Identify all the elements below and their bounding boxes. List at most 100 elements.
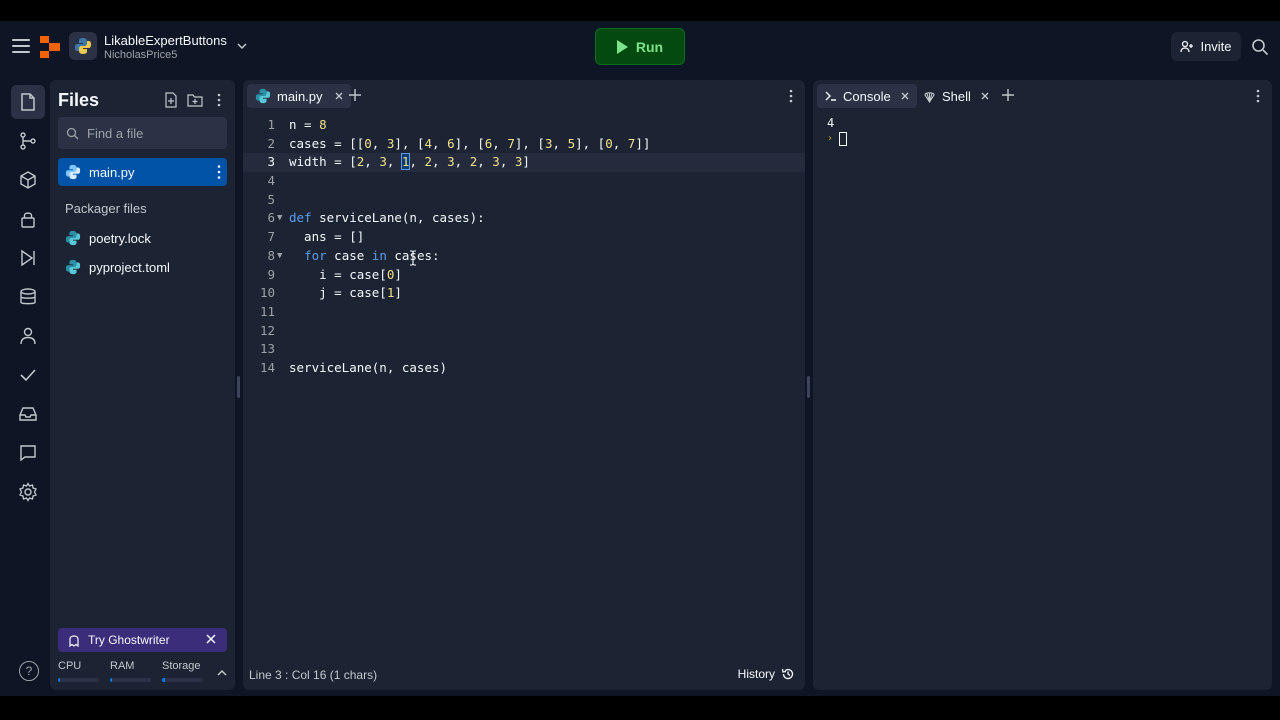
line-number: 5 <box>267 191 275 207</box>
help-button[interactable]: ? <box>19 661 39 681</box>
settings-icon[interactable] <box>11 475 45 509</box>
invite-button[interactable]: Invite <box>1171 32 1241 61</box>
repl-owner[interactable]: NicholasPrice5 <box>104 49 177 61</box>
code-line[interactable]: 7 ans = [] <box>243 228 805 247</box>
chevron-down-icon[interactable] <box>236 41 248 51</box>
resource-usage[interactable]: CPU RAM Storage <box>58 660 227 684</box>
files-panel: Files main.py Packager files poetry.lock… <box>50 80 235 690</box>
files-title: Files <box>58 90 100 110</box>
run-button[interactable]: Run <box>595 28 685 65</box>
cpu-meter-fill <box>58 678 61 682</box>
cursor-position: Line 3 : Col 16 (1 chars) <box>249 668 378 682</box>
console-options-icon[interactable] <box>1256 89 1260 103</box>
search-icon <box>66 127 79 139</box>
editor-tab-bar: main.py <box>243 80 805 112</box>
ghostwriter-banner[interactable]: Try Ghostwriter <box>58 628 227 652</box>
code-line[interactable]: 9 i = case[0] <box>243 266 805 285</box>
code-line[interactable]: 14 serviceLane(n, cases) <box>243 359 805 378</box>
history-icon <box>781 668 794 680</box>
packages-icon[interactable] <box>11 163 45 197</box>
repl-name[interactable]: LikableExpertButtons <box>104 33 227 48</box>
kebab-menu-icon[interactable] <box>211 92 227 108</box>
play-icon <box>616 39 628 54</box>
close-tab-icon[interactable] <box>335 92 343 100</box>
add-tab-icon[interactable] <box>1002 89 1014 101</box>
secrets-icon[interactable] <box>11 202 45 236</box>
close-tab-icon[interactable] <box>901 92 909 100</box>
line-number: 3 <box>267 154 275 170</box>
code-text: i = case[0] <box>289 266 402 282</box>
file-name: main.py <box>89 164 135 180</box>
code-line[interactable]: 13 <box>243 340 805 359</box>
history-button[interactable]: History <box>738 667 795 681</box>
line-number: 14 <box>259 359 275 375</box>
debugger-icon[interactable] <box>11 241 45 275</box>
code-line[interactable]: 11 <box>243 303 805 322</box>
panel-resize-handle[interactable] <box>807 376 810 398</box>
code-line[interactable]: 5 <box>243 191 805 210</box>
replit-workspace: LikableExpertButtons NicholasPrice5 Run … <box>0 21 1280 696</box>
line-number: 11 <box>259 303 275 319</box>
tab-label: Shell <box>942 88 971 104</box>
editor-options-icon[interactable] <box>789 89 793 103</box>
close-icon[interactable] <box>205 633 217 645</box>
file-item-poetry-lock[interactable]: poetry.lock <box>58 224 227 252</box>
panel-resize-handle[interactable] <box>237 376 240 398</box>
tab-console[interactable]: Console <box>817 84 917 108</box>
files-actions <box>163 92 227 108</box>
file-options-icon[interactable] <box>217 164 221 180</box>
file-item-pyproject-toml[interactable]: pyproject.toml <box>58 253 227 281</box>
ram-meter-fill <box>110 678 113 682</box>
code-line[interactable]: 10 j = case[1] <box>243 284 805 303</box>
new-file-icon[interactable] <box>163 92 179 108</box>
code-line[interactable]: 3 width = [2, 3, 1, 2, 3, 2, 3, 3] <box>243 153 805 173</box>
chevron-up-icon[interactable] <box>216 669 228 677</box>
tab-main-py[interactable]: main.py <box>247 84 351 108</box>
editor-status-bar: Line 3 : Col 16 (1 chars) History <box>243 664 805 688</box>
run-label: Run <box>635 38 664 55</box>
python-file-icon <box>65 230 81 246</box>
code-line[interactable]: 8 ▼ for case in cases: <box>243 247 805 266</box>
packager-files-label: Packager files <box>65 201 147 216</box>
ram-label: RAM <box>110 660 135 672</box>
code-text: n = 8 <box>289 117 327 132</box>
new-folder-icon[interactable] <box>187 92 203 108</box>
file-name: poetry.lock <box>89 230 151 246</box>
history-label: History <box>737 667 775 681</box>
code-line[interactable]: 4 <box>243 172 805 191</box>
fold-toggle-icon[interactable]: ▼ <box>277 247 282 266</box>
console-output[interactable]: 4 › <box>827 116 848 146</box>
line-number: 8 <box>267 247 275 263</box>
storage-meter <box>162 678 203 682</box>
code-editor[interactable]: 1 n = 8 2 cases = [[0, 3], [4, 6], [6, 7], … <box>243 116 805 378</box>
threads-icon[interactable] <box>11 436 45 470</box>
replit-logo-icon[interactable] <box>40 36 60 58</box>
line-number: 7 <box>267 229 275 245</box>
code-text: j = case[1] <box>289 285 402 301</box>
tests-icon[interactable] <box>11 358 45 392</box>
file-search-input[interactable] <box>87 125 217 141</box>
editor-panel: main.py 1 n = 8 2 cases = [[0, 3], [4, 6], … <box>243 80 805 690</box>
cpu-meter <box>58 678 99 682</box>
line-number: 9 <box>267 266 275 282</box>
close-tab-icon[interactable] <box>981 92 989 100</box>
tab-label: Console <box>843 88 891 104</box>
add-tab-icon[interactable] <box>349 89 361 101</box>
tab-shell[interactable]: Shell <box>915 84 997 108</box>
repl-language-icon[interactable] <box>69 32 97 60</box>
menu-icon[interactable] <box>12 39 30 53</box>
fold-toggle-icon[interactable]: ▼ <box>277 209 282 228</box>
code-line[interactable]: 1 n = 8 <box>243 116 805 135</box>
git-icon[interactable] <box>11 124 45 158</box>
search-icon[interactable] <box>1251 38 1269 56</box>
file-item-main-py[interactable]: main.py <box>58 158 227 186</box>
code-line[interactable]: 6 ▼ def serviceLane(n, cases): <box>243 209 805 228</box>
inbox-icon[interactable] <box>11 397 45 431</box>
multiplayer-icon[interactable] <box>11 319 45 353</box>
code-line[interactable]: 12 <box>243 322 805 341</box>
python-file-icon <box>65 164 81 180</box>
files-icon[interactable] <box>11 85 45 119</box>
python-file-icon <box>65 259 81 275</box>
database-icon[interactable] <box>11 280 45 314</box>
code-line[interactable]: 2 cases = [[0, 3], [4, 6], [6, 7], [3, 5]… <box>243 135 805 154</box>
